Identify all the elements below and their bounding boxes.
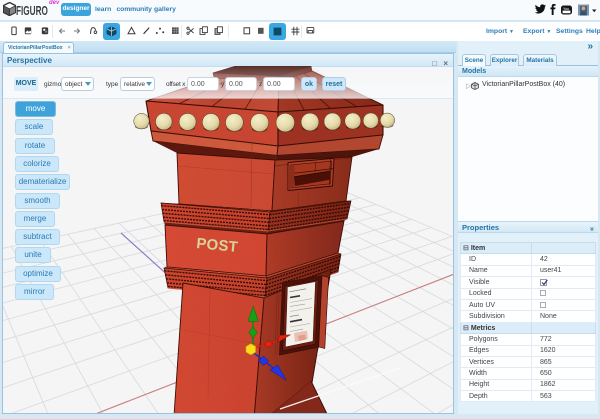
svg-text:You: You xyxy=(563,7,569,11)
